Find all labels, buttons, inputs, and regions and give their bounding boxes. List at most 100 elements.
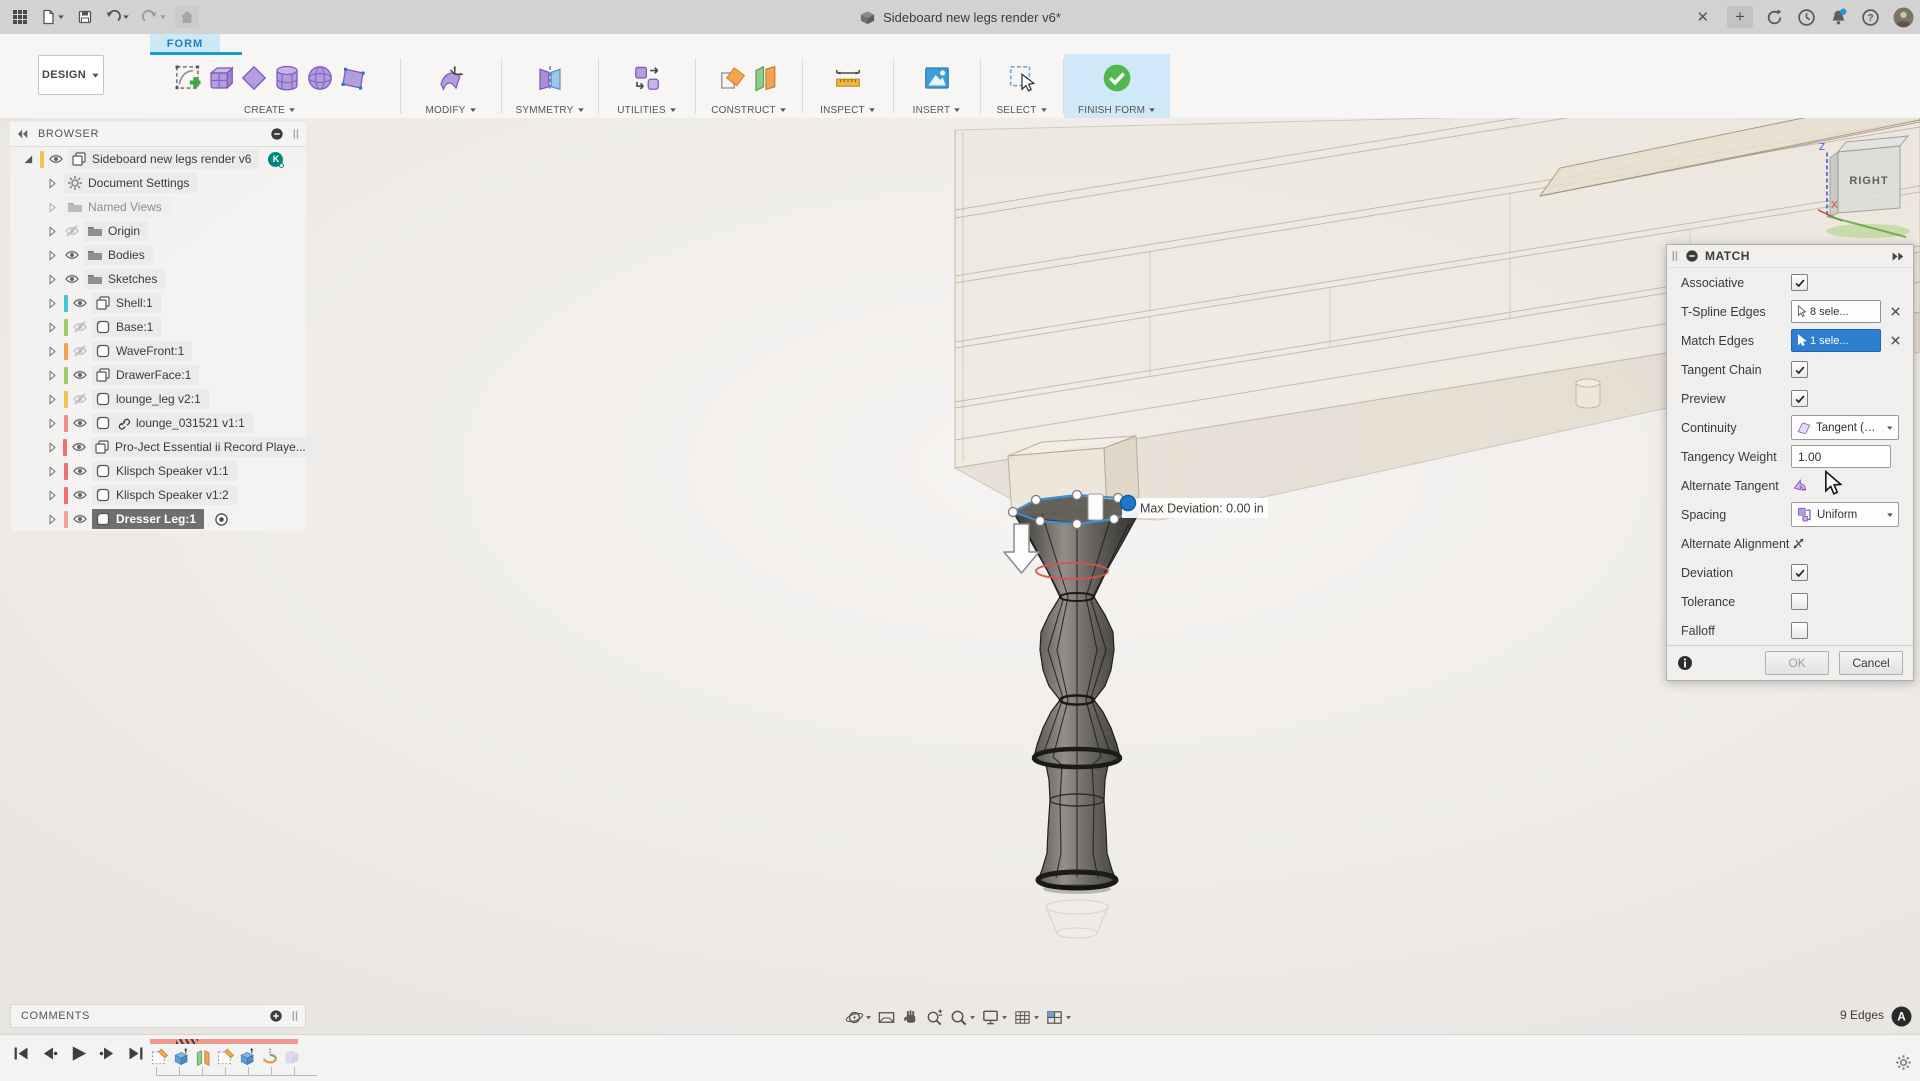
browser-item-named-views[interactable]: Named Views — [10, 195, 306, 219]
browser-item-origin[interactable]: Origin — [10, 219, 306, 243]
browser-item-document-settings[interactable]: Document Settings — [10, 171, 306, 195]
plane-icon[interactable] — [239, 63, 269, 93]
expand-arrow-icon[interactable] — [46, 177, 60, 190]
preview-checkbox[interactable] — [1791, 390, 1808, 407]
job-status-icon[interactable] — [1765, 8, 1784, 27]
tangency-weight-input[interactable]: 1.00 — [1791, 445, 1891, 468]
look-at-icon[interactable] — [877, 1008, 896, 1027]
tangent-chain-checkbox[interactable] — [1791, 361, 1808, 378]
ribbon-menu-modify[interactable]: MODIFY — [425, 102, 476, 118]
deviation-checkbox[interactable] — [1791, 564, 1808, 581]
falloff-checkbox[interactable] — [1791, 622, 1808, 639]
color-swatch-bar[interactable] — [64, 343, 68, 360]
preferences-gear-icon[interactable] — [1895, 1054, 1912, 1071]
expand-arrow-icon[interactable] — [46, 513, 60, 526]
visibility-on-icon[interactable] — [72, 463, 88, 479]
color-swatch-bar[interactable] — [64, 319, 68, 336]
visibility-off-icon[interactable] — [72, 319, 88, 335]
browser-item-shell-1[interactable]: Shell:1 — [10, 291, 306, 315]
color-swatch-bar[interactable] — [64, 463, 68, 480]
color-swatch-bar[interactable] — [64, 367, 68, 384]
color-swatch-bar[interactable] — [64, 295, 68, 312]
pan-icon[interactable] — [901, 1008, 920, 1027]
timeline-revolve-1[interactable] — [260, 1047, 280, 1067]
browser-collapse-icon[interactable] — [16, 128, 30, 140]
timeline-track[interactable] — [156, 1067, 317, 1076]
browser-item-base-1[interactable]: Base:1 — [10, 315, 306, 339]
go-to-start-button[interactable] — [12, 1044, 31, 1063]
ribbon-menu-inspect[interactable]: INSPECT — [820, 102, 876, 118]
undo-icon[interactable] — [101, 6, 134, 28]
expand-arrow-icon[interactable] — [46, 273, 60, 286]
select-cursor-icon[interactable] — [1007, 63, 1037, 93]
visibility-on-icon[interactable] — [72, 415, 88, 431]
timeline-sketch-1[interactable] — [150, 1047, 170, 1067]
file-menu-icon[interactable] — [36, 6, 69, 28]
continuity-dropdown[interactable]: Tangent (G... — [1791, 415, 1899, 440]
grid-settings-icon[interactable] — [1013, 1008, 1040, 1027]
measure-icon[interactable] — [833, 63, 863, 93]
display-settings-icon[interactable] — [981, 1008, 1008, 1027]
browser-item-pro-ject-essential-ii-record-playe[interactable]: Pro-Ject Essential ii Record Playe... — [10, 435, 306, 459]
ribbon-menu-symmetry[interactable]: SYMMETRY — [515, 102, 584, 118]
construct-plane-icon[interactable] — [718, 63, 748, 93]
visibility-on-icon[interactable] — [71, 439, 87, 455]
ribbon-menu-insert[interactable]: INSERT — [913, 102, 962, 118]
browser-minimize-icon[interactable] — [270, 127, 284, 141]
ribbon-menu-create[interactable]: CREATE — [244, 102, 296, 118]
browser-item-klispch-speaker-v1-2[interactable]: Klispch Speaker v1:2 — [10, 483, 306, 507]
dialog-minimize-icon[interactable] — [1685, 249, 1699, 263]
app-grid-icon[interactable] — [8, 6, 32, 28]
expand-arrow-icon[interactable] — [46, 345, 60, 358]
timeline-extrude-2[interactable] — [238, 1047, 258, 1067]
clear-selection-icon[interactable] — [1889, 305, 1902, 318]
visibility-on-icon[interactable] — [64, 247, 80, 263]
timeline-form-1[interactable] — [282, 1047, 302, 1067]
comments-grip-icon[interactable] — [291, 1009, 299, 1023]
spacing-dropdown[interactable]: Uniform — [1791, 502, 1899, 527]
dialog-dock-icon[interactable] — [1890, 250, 1905, 263]
expand-arrow-icon[interactable] — [46, 441, 59, 454]
timeline-sketch-2[interactable] — [216, 1047, 236, 1067]
convert-icon[interactable] — [632, 63, 662, 93]
visibility-on-icon[interactable] — [48, 151, 64, 167]
tolerance-checkbox[interactable] — [1791, 593, 1808, 610]
orbit-icon[interactable] — [845, 1008, 872, 1027]
browser-item-drawerface-1[interactable]: DrawerFace:1 — [10, 363, 306, 387]
browser-item-lounge-leg-v2-1[interactable]: lounge_leg v2:1 — [10, 387, 306, 411]
expand-arrow-icon[interactable] — [46, 393, 60, 406]
browser-item-sideboard-new-legs-render-v6[interactable]: Sideboard new legs render v6K — [10, 147, 306, 171]
browser-item-wavefront-1[interactable]: WaveFront:1 — [10, 339, 306, 363]
color-swatch-bar[interactable] — [64, 415, 68, 432]
step-forward-button[interactable] — [98, 1044, 117, 1063]
color-swatch-bar[interactable] — [64, 391, 68, 408]
expand-arrow-icon[interactable] — [46, 369, 60, 382]
visibility-off-icon[interactable] — [72, 343, 88, 359]
tab-form[interactable]: FORM — [150, 34, 220, 54]
edit-form-icon[interactable] — [436, 63, 466, 93]
face-icon[interactable] — [338, 63, 368, 93]
ribbon-menu-utilities[interactable]: UTILITIES — [617, 102, 676, 118]
expand-arrow-icon[interactable] — [46, 465, 60, 478]
browser-grip-icon[interactable] — [292, 127, 300, 141]
expand-arrow-icon[interactable] — [46, 297, 60, 310]
associative-checkbox[interactable] — [1791, 274, 1808, 291]
browser-item-lounge-031521-v1-1[interactable]: lounge_031521 v1:1 — [10, 411, 306, 435]
home-icon[interactable] — [175, 6, 199, 28]
ribbon-menu-select[interactable]: SELECT — [996, 102, 1047, 118]
alternate-tangent-button[interactable] — [1791, 477, 1808, 494]
visibility-on-icon[interactable] — [64, 271, 80, 287]
offset-plane-icon[interactable] — [751, 63, 781, 93]
notifications-icon[interactable] — [1829, 8, 1848, 27]
zoom-icon[interactable] — [925, 1008, 944, 1027]
insert-image-icon[interactable] — [922, 63, 952, 93]
save-icon[interactable] — [73, 6, 97, 28]
play-button[interactable] — [68, 1043, 89, 1064]
expand-arrow-icon[interactable] — [46, 321, 60, 334]
viewports-icon[interactable] — [1045, 1008, 1072, 1027]
autodesk-assistant-button[interactable]: A — [1891, 1006, 1912, 1027]
color-swatch-bar[interactable] — [40, 151, 44, 168]
timeline-marker-bar[interactable] — [150, 1039, 298, 1044]
fit-icon[interactable] — [949, 1008, 976, 1027]
browser-item-dresser-leg-1[interactable]: Dresser Leg:1 — [10, 507, 306, 531]
